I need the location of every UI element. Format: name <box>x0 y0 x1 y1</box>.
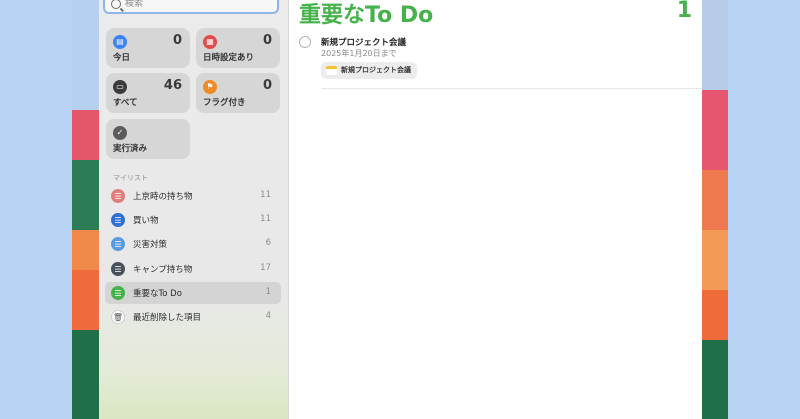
reminder-due-date: 2025年1月20日まで <box>321 49 397 58</box>
list-item[interactable]: ☰ キャンプ持ち物 17 <box>105 258 281 280</box>
reminder-title[interactable]: 新規プロジェクト会議 <box>321 36 406 48</box>
list-item[interactable]: ☰ 買い物 11 <box>105 209 281 231</box>
smart-list-label: 日時設定あり <box>203 53 255 63</box>
search-input[interactable] <box>125 0 265 9</box>
linked-note-chip[interactable]: 新規プロジェクト会議 <box>321 62 417 79</box>
list-total-count: 1 <box>676 0 692 23</box>
smart-list-flagged[interactable]: ⚑ 0 フラグ付き <box>196 73 280 113</box>
search-icon <box>111 0 121 9</box>
desktop-wallpaper-right <box>700 0 728 419</box>
list-name: キャンプ持ち物 <box>133 265 193 275</box>
list-name: 最近削除した項目 <box>133 313 202 323</box>
smart-list-count: 46 <box>163 78 182 93</box>
list-item[interactable]: ☰ 上京時の持ち物 11 <box>105 185 281 207</box>
calendar-clock-icon: ▦ <box>203 35 217 49</box>
list-icon: ☰ <box>111 189 125 203</box>
note-icon <box>326 66 337 75</box>
smart-list-all[interactable]: ▭ 46 すべて <box>106 73 190 113</box>
smart-list-label: フラグ付き <box>203 98 246 108</box>
list-count: 11 <box>260 214 271 224</box>
my-lists-header: マイリスト <box>113 174 148 182</box>
desktop-wallpaper-left <box>72 0 100 419</box>
smart-list-scheduled[interactable]: ▦ 0 日時設定あり <box>196 28 280 68</box>
smart-list-completed[interactable]: ✓ 実行済み <box>106 119 190 159</box>
list-item-selected[interactable]: ☰ 重要なTo Do 1 <box>105 282 281 304</box>
trash-icon: 🗑 <box>111 310 125 324</box>
main-pane: 重要なTo Do 1 新規プロジェクト会議 2025年1月20日まで 新規プロジ… <box>289 0 702 419</box>
calendar-icon: ▤ <box>113 35 127 49</box>
smart-list-count: 0 <box>172 33 182 48</box>
list-icon: ☰ <box>111 237 125 251</box>
smart-list-count: 0 <box>262 78 272 93</box>
smart-list-label: すべて <box>113 98 138 108</box>
linked-note-label: 新規プロジェクト会議 <box>341 66 411 74</box>
flag-icon: ⚑ <box>203 80 217 94</box>
list-title: 重要なTo Do <box>299 3 434 28</box>
list-count: 1 <box>265 287 271 297</box>
smart-list-today[interactable]: ▤ 0 今日 <box>106 28 190 68</box>
list-count: 6 <box>265 238 271 248</box>
tray-icon: ▭ <box>113 80 127 94</box>
list-count: 11 <box>260 190 271 200</box>
list-name: 買い物 <box>133 216 159 226</box>
complete-checkbox[interactable] <box>299 36 311 48</box>
list-icon: ☰ <box>111 262 125 276</box>
checkmark-icon: ✓ <box>113 126 127 140</box>
list-item-recently-deleted[interactable]: 🗑 最近削除した項目 4 <box>105 306 281 328</box>
list-count: 4 <box>265 311 271 321</box>
list-icon: ☰ <box>111 286 125 300</box>
list-name: 重要なTo Do <box>133 289 182 299</box>
list-item[interactable]: ☰ 災害対策 6 <box>105 233 281 255</box>
smart-list-count: 0 <box>262 33 272 48</box>
list-count: 17 <box>260 263 271 273</box>
sidebar: ▤ 0 今日 ▦ 0 日時設定あり ▭ 46 すべて ⚑ 0 フラグ付き ✓ 実… <box>99 0 289 419</box>
reminders-window: ▤ 0 今日 ▦ 0 日時設定あり ▭ 46 すべて ⚑ 0 フラグ付き ✓ 実… <box>99 0 702 419</box>
list-name: 災害対策 <box>133 240 168 250</box>
smart-list-label: 実行済み <box>113 144 148 154</box>
list-icon: ☰ <box>111 213 125 227</box>
list-name: 上京時の持ち物 <box>133 192 193 202</box>
reminder-row[interactable]: 新規プロジェクト会議 2025年1月20日まで 新規プロジェクト会議 <box>299 33 699 89</box>
smart-list-label: 今日 <box>113 53 131 63</box>
search-field[interactable] <box>103 0 279 14</box>
row-divider <box>321 88 702 89</box>
